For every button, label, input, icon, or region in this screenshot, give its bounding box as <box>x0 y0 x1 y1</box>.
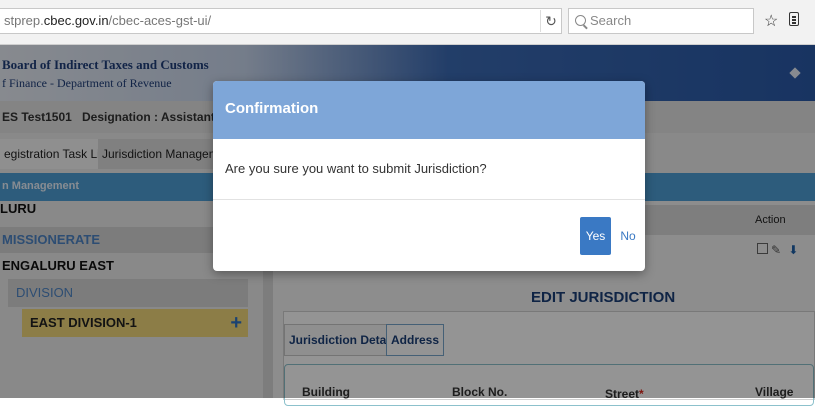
clipboard-icon[interactable] <box>789 12 799 26</box>
url-domain: cbec.gov.in <box>43 13 109 28</box>
search-placeholder: Search <box>590 13 632 28</box>
dialog-header: Confirmation <box>213 81 645 139</box>
dialog-body: Are you sure you want to submit Jurisdic… <box>213 139 645 200</box>
yes-button[interactable]: Yes <box>580 217 611 255</box>
no-button[interactable]: No <box>617 217 639 255</box>
url-prefix: stprep. <box>4 13 44 28</box>
reload-icon[interactable]: ↻ <box>540 10 561 32</box>
browser-toolbar: stprep.cbec.gov.in/cbec-aces-gst-ui/ ↻ S… <box>0 0 815 45</box>
search-input[interactable]: Search <box>568 8 754 34</box>
search-icon <box>575 15 586 26</box>
address-bar[interactable]: stprep.cbec.gov.in/cbec-aces-gst-ui/ <box>0 8 562 34</box>
confirmation-dialog: Confirmation Are you sure you want to su… <box>213 81 645 271</box>
dialog-message: Are you sure you want to submit Jurisdic… <box>225 161 487 176</box>
dialog-title: Confirmation <box>225 100 319 117</box>
star-icon[interactable]: ☆ <box>764 11 778 31</box>
url-path: /cbec-aces-gst-ui/ <box>108 13 212 28</box>
